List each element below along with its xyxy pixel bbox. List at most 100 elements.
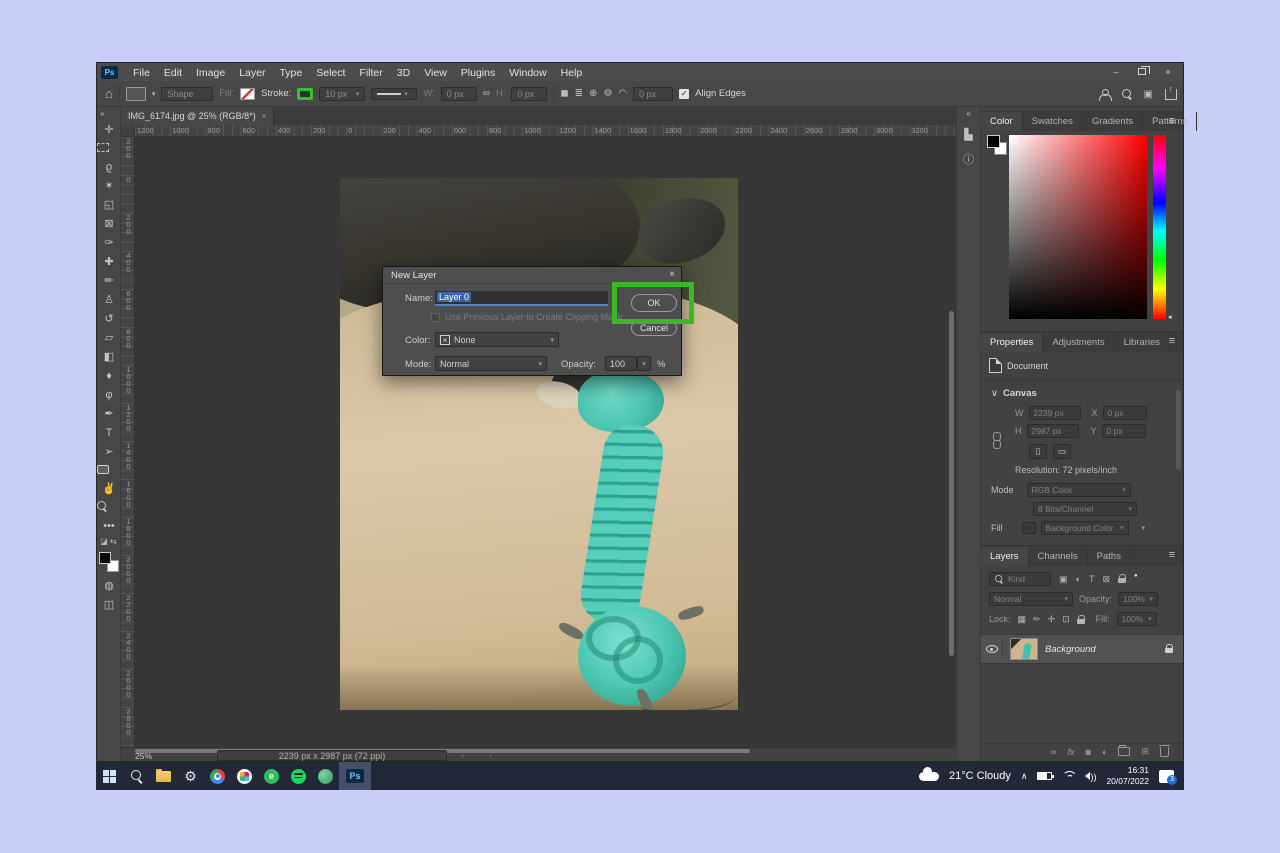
canvas-height-input[interactable]: 2987 px [1027, 424, 1079, 438]
color-mode-select[interactable]: RGB Color▾ [1027, 483, 1131, 497]
rectangle-tool[interactable] [97, 465, 109, 474]
panel-tab[interactable]: Adjustments [1043, 333, 1114, 352]
layer-thumbnail[interactable] [1010, 638, 1038, 660]
new-layer-icon[interactable]: ⊞ [1141, 746, 1149, 757]
marquee-tool[interactable] [97, 143, 109, 152]
prev-arrow-icon[interactable]: ‹ [489, 750, 492, 760]
menu-item[interactable]: Filter [352, 67, 389, 79]
mode-select[interactable]: Normal ▾ [435, 356, 547, 371]
filter-frame-icon[interactable]: ⊠ [1102, 574, 1110, 585]
start-button[interactable] [96, 762, 123, 790]
filter-kind-select[interactable]: Kind [989, 572, 1051, 586]
menu-item[interactable]: Help [554, 67, 590, 79]
home-icon[interactable]: ⌂ [105, 86, 113, 101]
workspace-icon[interactable]: ▣ [1144, 89, 1153, 100]
opacity-dropdown-icon[interactable]: ▾ [637, 356, 651, 371]
zoom-level[interactable]: 25% [135, 751, 152, 761]
bit-depth-select[interactable]: 8 Bits/Channel▾ [1033, 502, 1137, 516]
evernote-button[interactable]: e [258, 762, 285, 790]
layer-name-input[interactable]: Layer 0 [435, 291, 608, 306]
fill-select[interactable]: Background Color▾ [1041, 521, 1129, 535]
edit-toolbar[interactable]: ••• [97, 516, 121, 535]
panel-menu-icon[interactable]: ≡ [1163, 549, 1181, 563]
chevron-icon[interactable]: ∨ [991, 388, 998, 399]
path-arrangement-icon[interactable]: ⊕ [589, 88, 597, 99]
menu-item[interactable]: Window [502, 67, 553, 79]
blur-tool[interactable]: ♦ [97, 366, 121, 385]
link-dimensions-icon[interactable] [993, 432, 1000, 448]
panel-tab[interactable]: Paths [1088, 547, 1131, 566]
stroke-swatch[interactable] [297, 88, 313, 100]
menu-item[interactable]: View [417, 67, 454, 79]
fill-swatch[interactable] [240, 88, 255, 100]
swap-colors-icon[interactable]: ◪ ⇆ [97, 537, 120, 546]
histogram-icon[interactable]: ▙ [957, 128, 980, 141]
canvas-y-input[interactable]: 0 px [1102, 424, 1146, 438]
volume-icon[interactable]: )) [1085, 767, 1096, 785]
dodge-tool[interactable]: φ [97, 385, 121, 404]
restore-button[interactable] [1129, 63, 1155, 81]
filter-toggle-icon[interactable]: ● [1134, 573, 1138, 579]
panel-tab[interactable]: Channels [1029, 547, 1088, 566]
panel-tab[interactable]: Layers [981, 547, 1029, 566]
vertical-scrollbar[interactable] [949, 311, 954, 656]
eraser-tool[interactable]: ▱ [97, 328, 121, 347]
canvas-viewport[interactable] [135, 137, 956, 747]
settings-button[interactable]: ⚙ [177, 762, 204, 790]
lock-transparency-icon[interactable]: ▦ [1018, 614, 1027, 625]
new-group-icon[interactable] [1118, 747, 1130, 756]
browser-globe-button[interactable] [312, 762, 339, 790]
crop-tool[interactable]: ◱ [97, 195, 121, 214]
dialog-close-icon[interactable]: × [669, 269, 675, 280]
foreground-background-swatches[interactable] [99, 552, 119, 572]
frame-tool[interactable]: ⊠ [97, 214, 121, 233]
hue-slider-arrow[interactable]: ◂ [1168, 313, 1172, 321]
panel-tab[interactable]: Properties [981, 333, 1043, 352]
photo-canvas[interactable] [340, 178, 738, 710]
hand-tool[interactable]: ✌ [97, 479, 121, 498]
minimize-button[interactable]: – [1103, 63, 1129, 81]
weather-text[interactable]: 21°C Cloudy [949, 770, 1011, 782]
blend-mode-select[interactable]: Normal▾ [989, 592, 1073, 606]
canvas-x-input[interactable]: 0 px [1103, 406, 1147, 420]
zoom-tool[interactable] [97, 501, 107, 511]
link-layers-icon[interactable]: ∞ [1050, 747, 1056, 757]
collapse-panels-icon[interactable]: « [957, 109, 980, 118]
file-explorer-button[interactable] [150, 762, 177, 790]
color-field[interactable] [1009, 135, 1147, 319]
hue-slider[interactable] [1153, 135, 1166, 319]
add-mask-icon[interactable]: ◙ [1086, 747, 1091, 757]
panel-menu-icon[interactable]: ≡ [1163, 115, 1181, 129]
menu-item[interactable]: Select [309, 67, 352, 79]
wifi-icon[interactable] [1062, 771, 1075, 781]
menu-item[interactable]: Image [189, 67, 232, 79]
layer-visibility-toggle[interactable] [981, 640, 1003, 658]
photoshop-taskbar-button[interactable]: Ps [339, 762, 371, 790]
chrome-button[interactable] [204, 762, 231, 790]
spotify-button[interactable] [285, 762, 312, 790]
close-tab-icon[interactable]: × [262, 112, 267, 121]
color-select[interactable]: × None ▾ [435, 332, 559, 347]
orientation-portrait-button[interactable]: ▯ [1029, 444, 1047, 459]
tool-preset-icon[interactable] [126, 87, 146, 101]
layer-style-icon[interactable]: fx [1068, 747, 1075, 757]
align-edges-checkbox[interactable]: ✓ [679, 89, 689, 99]
menu-item[interactable]: Edit [157, 67, 189, 79]
delete-layer-icon[interactable] [1160, 747, 1169, 757]
lock-artboard-icon[interactable]: ⊡ [1062, 614, 1070, 625]
brush-tool[interactable]: ✏ [97, 271, 121, 290]
lock-pixels-icon[interactable]: ✏ [1033, 614, 1041, 625]
opacity-input[interactable]: 100 [605, 356, 637, 371]
battery-icon[interactable] [1037, 772, 1052, 780]
info-icon[interactable]: ⓘ [957, 151, 980, 167]
filter-image-icon[interactable]: ▣ [1059, 574, 1068, 585]
panel-tab[interactable]: Gradients [1083, 112, 1143, 131]
eyedropper-tool[interactable]: ✑ [97, 233, 121, 252]
fill-input[interactable]: 100%▾ [1117, 612, 1157, 626]
layer-row-background[interactable]: Background [981, 634, 1183, 664]
layer-lock-icon[interactable] [1165, 640, 1173, 658]
vertical-ruler[interactable]: 2000200400600800100012001400160018002000… [121, 137, 135, 747]
type-tool[interactable]: T [97, 423, 121, 442]
layer-name[interactable]: Background [1045, 644, 1096, 655]
close-button[interactable]: × [1155, 63, 1181, 81]
